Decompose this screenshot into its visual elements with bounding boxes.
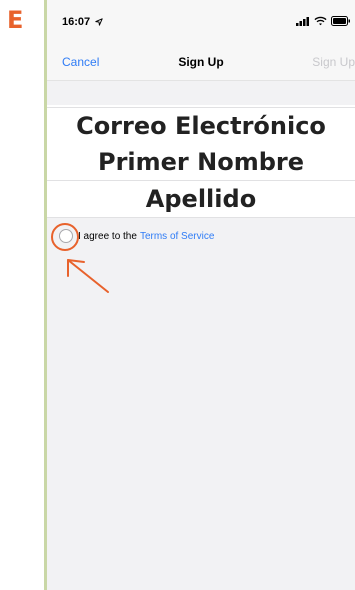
terms-agreement-row: I agree to the Terms of Service <box>59 229 214 243</box>
annotation-arrow-icon <box>67 259 109 293</box>
terms-agreement-text: I agree to the <box>78 230 137 242</box>
section-spacer <box>47 81 355 105</box>
radio-highlight-circle <box>51 223 79 251</box>
wifi-icon <box>314 16 327 26</box>
status-bar: 16:07 <box>47 0 355 40</box>
navigation-bar: Cancel Sign Up Sign Up <box>47 40 355 81</box>
signal-icon <box>296 17 309 26</box>
status-time: 16:07 <box>62 16 103 28</box>
figure-label: E <box>7 6 24 34</box>
battery-icon <box>331 16 350 26</box>
last-name-field[interactable]: Apellido <box>47 181 355 218</box>
status-time-text: 16:07 <box>62 16 91 28</box>
location-arrow-icon <box>95 18 103 26</box>
status-icons <box>296 16 351 26</box>
email-field[interactable]: Correo Electrónico <box>47 107 355 145</box>
sign-up-button[interactable]: Sign Up <box>312 55 355 69</box>
terms-of-service-link[interactable]: Terms of Service <box>140 231 214 242</box>
first-name-field[interactable]: Primer Nombre <box>47 144 355 181</box>
page-title: Sign Up <box>178 55 224 69</box>
